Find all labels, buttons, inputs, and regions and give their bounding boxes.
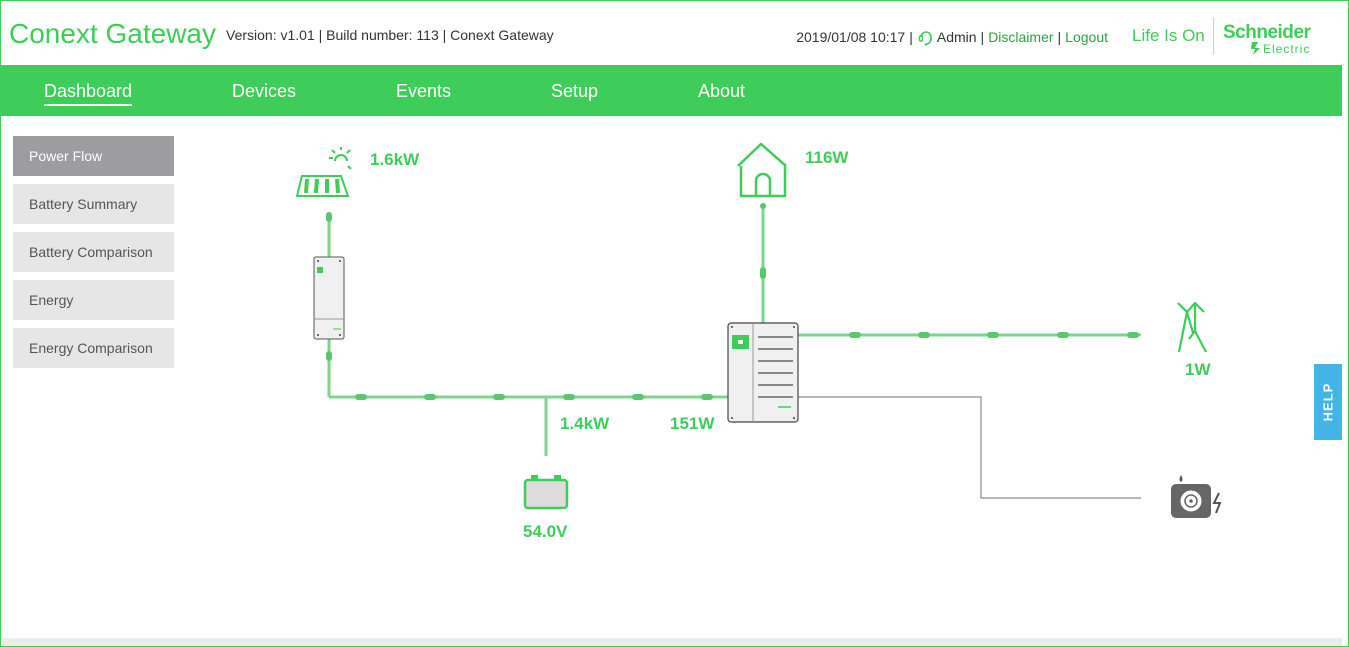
bottom-scroll-track [1, 638, 1342, 646]
help-button[interactable]: HELP [1314, 364, 1342, 440]
generator-line [798, 396, 1141, 499]
battery-power-value: 1.4kW [560, 414, 610, 433]
solar-power-value: 1.6kW [370, 150, 420, 169]
help-label: HELP [1320, 382, 1336, 422]
grid-power-value: 1W [1185, 360, 1211, 379]
generator-icon [1171, 475, 1222, 518]
app-window: Conext Gateway Version: v1.01 | Build nu… [0, 0, 1349, 647]
inverter-power-value: 151W [670, 414, 715, 433]
power-flow-diagram [295, 142, 1222, 518]
load-power-value: 116W [805, 148, 849, 167]
charge-controller-icon [313, 256, 345, 340]
battery-voltage-value: 54.0V [523, 522, 568, 541]
house-icon [737, 142, 787, 198]
grid-tower-icon [1177, 301, 1207, 353]
inverter-icon [727, 322, 799, 423]
solar-panel-icon [295, 147, 352, 197]
battery-icon [523, 475, 569, 510]
